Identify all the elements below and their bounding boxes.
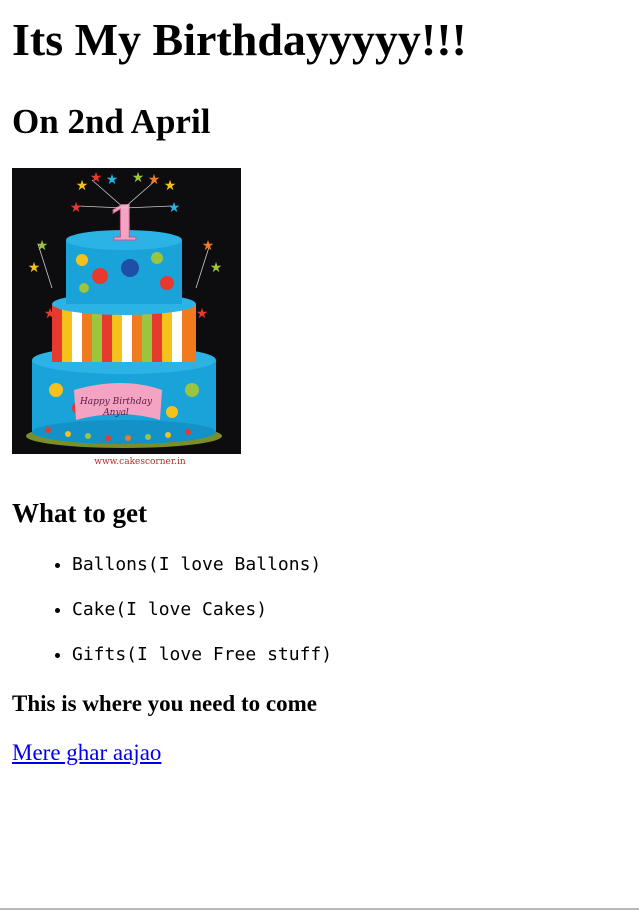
svg-text:★: ★ <box>210 260 223 276</box>
list-item: Cake(I love Cakes) <box>72 599 627 621</box>
svg-text:★: ★ <box>28 260 41 276</box>
svg-text:★: ★ <box>164 178 177 194</box>
cake-plaque-line2: Anyal <box>102 408 129 418</box>
svg-text:★: ★ <box>132 170 145 186</box>
cake-plaque-line1: Happy Birthday <box>79 397 153 407</box>
location-link[interactable]: Mere ghar aajao <box>12 738 161 768</box>
date-heading: On 2nd April <box>12 102 211 141</box>
list-item: Gifts(I love Free stuff) <box>72 644 627 666</box>
list-item: Ballons(I love Ballons) <box>72 554 627 576</box>
page-title: Its My Birthdayyyyy!!! <box>12 14 467 65</box>
svg-text:★: ★ <box>36 238 49 254</box>
svg-text:★: ★ <box>148 172 161 188</box>
wishlist: Ballons(I love Ballons) Cake(I love Cake… <box>12 554 627 666</box>
page-content: Its My Birthdayyyyy!!! On 2nd April Happ… <box>0 10 639 768</box>
cake-image: Happy Birthday Anyal 1 ★ ★ ★ ★ ★ ★ ★ ★ ★… <box>12 168 241 468</box>
svg-text:★: ★ <box>196 306 209 322</box>
cake-topper-number: 1 <box>107 196 140 252</box>
svg-text:★: ★ <box>90 170 103 186</box>
svg-text:★: ★ <box>70 200 83 216</box>
svg-text:★: ★ <box>168 200 181 216</box>
location-heading: This is where you need to come <box>12 691 317 716</box>
svg-text:★: ★ <box>44 306 57 322</box>
cake-watermark: www.cakescorner.in <box>94 457 186 467</box>
wishlist-heading: What to get <box>12 498 147 528</box>
svg-text:★: ★ <box>76 178 89 194</box>
svg-text:★: ★ <box>202 238 215 254</box>
svg-text:★: ★ <box>106 172 119 188</box>
